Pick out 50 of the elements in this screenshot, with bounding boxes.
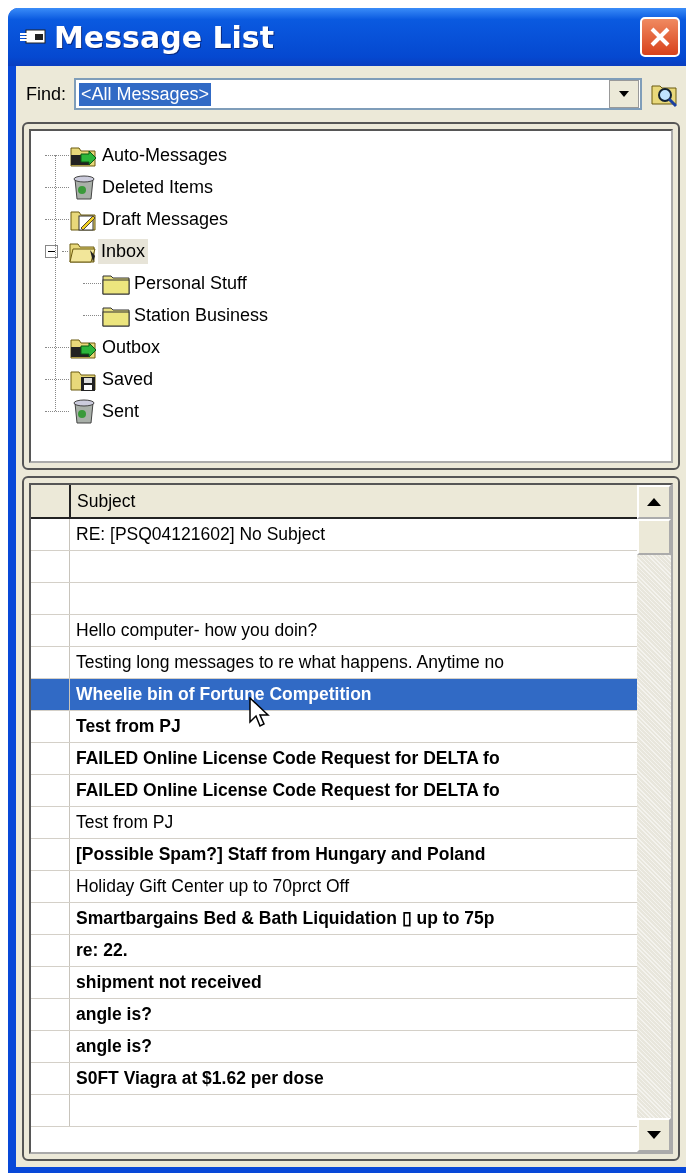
subject-text: Test from PJ [76,812,174,833]
message-row[interactable]: Smartbargains Bed & Bath Liquidation ▯ up to 75p [31,903,637,935]
message-row[interactable]: RE: [PSQ04121602] No Subject [31,519,637,551]
message-row[interactable]: Test from PJ [31,807,637,839]
subject-text: FAILED Online License Code Request for DELTA fo [76,748,500,769]
message-row[interactable]: Wheelie bin of Fortune Competition [31,679,637,711]
envelope-icon [20,29,46,45]
scroll-up-icon[interactable] [647,498,661,506]
subject-text: Testing long messages to re what happens. Anytime no [76,652,505,673]
message-row[interactable]: [Possible Spam?] Staff from Hungary and Poland [31,839,637,871]
folder-item[interactable]: Personal Stuff [131,270,250,296]
subject-text: angle is? [76,1004,152,1025]
subject-text: Hello computer- how you doin? [76,620,318,641]
message-row[interactable]: shipment not received [31,967,637,999]
subject-text: S0FT Viagra at $1.62 per dose [76,1068,324,1089]
message-row[interactable]: FAILED Online License Code Request for DELTA fo [31,775,637,807]
scrollbar[interactable] [637,485,671,1152]
scroll-thumb[interactable] [637,519,671,555]
folder-item[interactable]: Auto-Messages [99,142,231,168]
scroll-down-icon[interactable] [647,1131,661,1139]
caret-icon [619,91,629,97]
find-label: Find: [26,83,67,105]
subject-text: [Possible Spam?] Staff from Hungary and Poland [76,844,486,865]
close-button[interactable] [640,17,680,57]
subject-text: angle is? [76,1036,152,1057]
subject-text: RE: [PSQ04121602] No Subject [76,524,326,545]
folder-item[interactable]: Deleted Items [99,174,217,200]
folder-item[interactable]: Station Business [131,302,272,328]
message-row[interactable]: Holiday Gift Center up to 70prct Off [31,871,637,903]
subject-text: shipment not received [76,972,262,993]
message-row[interactable]: re: 22. [31,935,637,967]
folder-item[interactable]: Sent [99,398,143,424]
subject-text: re: 22. [76,940,128,961]
folder-item[interactable]: Saved [99,366,157,392]
subject-text: Test from PJ [76,716,181,737]
subject-text: FAILED Online License Code Request for DELTA fo [76,780,500,801]
message-row[interactable]: angle is? [31,1031,637,1063]
folder-item[interactable]: Draft Messages [99,206,232,232]
subject-text: Holiday Gift Center up to 70prct Off [76,876,349,897]
folder-item[interactable]: Outbox [99,334,164,360]
close-icon[interactable] [648,25,672,49]
message-row[interactable]: angle is? [31,999,637,1031]
subject-text: Smartbargains Bed & Bath Liquidation ▯ up to 75p [76,908,495,929]
message-row[interactable]: Hello computer- how you doin? [31,615,637,647]
window-title: Message List [54,19,276,55]
message-row[interactable]: FAILED Online License Code Request for DELTA fo [31,743,637,775]
message-row[interactable]: S0FT Viagra at $1.62 per dose [31,1063,637,1095]
folder-item[interactable]: Inbox [98,238,149,264]
find-dropdown[interactable]: <All Messages> [74,78,642,110]
subject-text: Wheelie bin of Fortune Competition [76,684,372,705]
